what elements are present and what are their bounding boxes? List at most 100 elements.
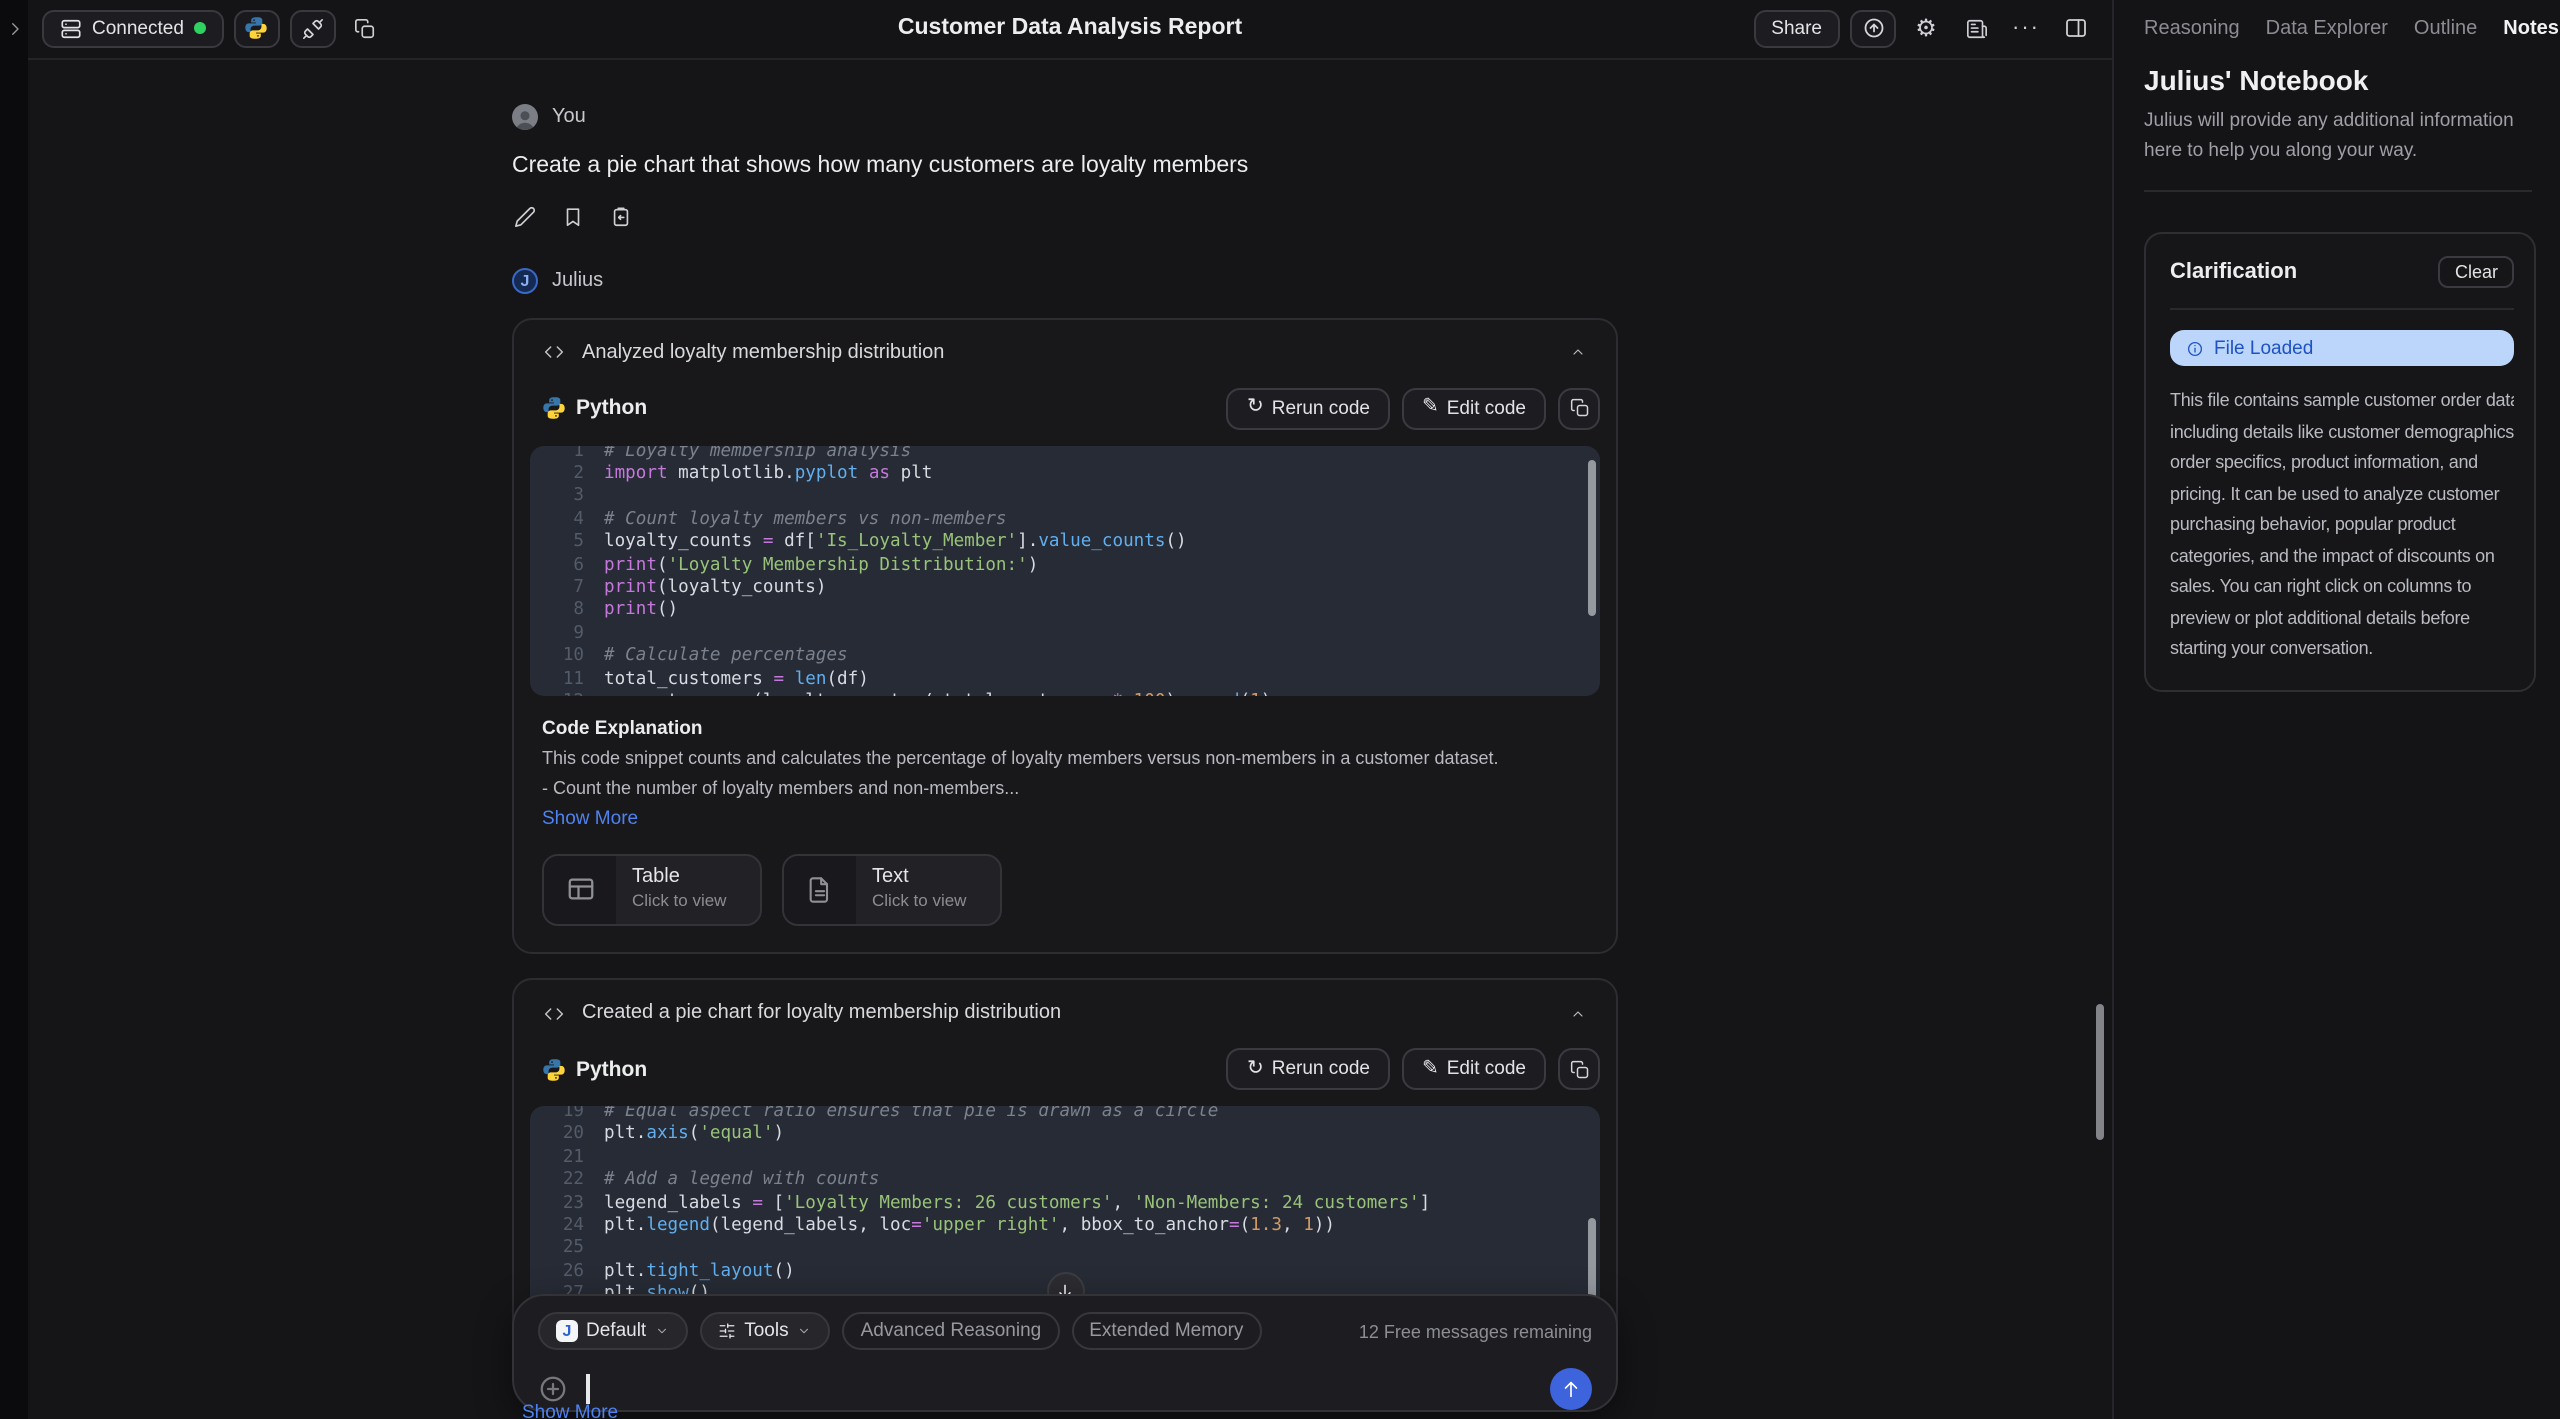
- assistant-message-header: J Julius: [512, 267, 1618, 293]
- step2-header[interactable]: Created a pie chart for loyalty membersh…: [514, 980, 1616, 1024]
- plus-circle-icon: [538, 1374, 568, 1404]
- user-name: You: [552, 105, 586, 127]
- code-scrollbar[interactable]: [1587, 459, 1595, 615]
- code-icon: [542, 342, 566, 362]
- composer-input-row[interactable]: [538, 1368, 1592, 1410]
- model-label: Default: [586, 1320, 646, 1342]
- clarification-body-line: pricing. It can be used to analyze custo…: [2170, 479, 2514, 510]
- chat-scrollbar-thumb[interactable]: [2096, 1003, 2104, 1139]
- send-button[interactable]: [1550, 1368, 1592, 1410]
- code-line: 19# Equal aspect ratio ensures that pie …: [548, 1106, 1600, 1125]
- tab-data-explorer[interactable]: Data Explorer: [2266, 18, 2388, 40]
- step1-explanation: Code Explanation This code snippet count…: [514, 695, 1616, 833]
- model-selector[interactable]: J Default: [538, 1312, 688, 1350]
- changelog-button[interactable]: [1956, 10, 1996, 48]
- user-message-header: You: [512, 103, 1618, 129]
- disconnect-button[interactable]: [290, 10, 336, 48]
- python-kernel-button[interactable]: [234, 10, 280, 48]
- more-options-button[interactable]: ···: [2006, 10, 2046, 48]
- code-line: 22# Add a legend with counts: [548, 1170, 1600, 1193]
- rerun-label: Rerun code: [1272, 1058, 1370, 1080]
- clarification-body-line: categories, and the impact of discounts …: [2170, 541, 2514, 572]
- bookmark-message-button[interactable]: [560, 203, 586, 229]
- output-hint: Click to view: [872, 889, 966, 909]
- table-output-card[interactable]: Table Click to view: [542, 853, 762, 925]
- julius-app: Connected Customer Data Analysis: [0, 0, 2560, 1419]
- code-line: 7print(loyalty_counts): [548, 578, 1600, 601]
- attach-button[interactable]: [538, 1374, 568, 1404]
- collapse-step2-icon[interactable]: [1568, 1005, 1588, 1021]
- language-label: Python: [576, 396, 647, 420]
- info-icon: [2186, 339, 2204, 357]
- sliders-icon: [718, 1322, 736, 1340]
- tab-outline[interactable]: Outline: [2414, 18, 2477, 40]
- tab-notes[interactable]: Notes: [2503, 18, 2559, 40]
- chip-label: Extended Memory: [1089, 1320, 1243, 1342]
- share-button[interactable]: Share: [1753, 10, 1840, 48]
- clarification-body-line: order specifics, product information, an…: [2170, 448, 2514, 479]
- newspaper-icon: [1965, 18, 1987, 40]
- rerun-icon: ↻: [1247, 398, 1264, 418]
- code-line: 8print(): [548, 601, 1600, 624]
- collapse-step1-icon[interactable]: [1568, 344, 1588, 360]
- panel-tabs: Reasoning Data Explorer Outline Notes: [2144, 0, 2560, 40]
- pencil-icon: [514, 205, 536, 227]
- show-more-link[interactable]: Show More: [542, 807, 638, 829]
- tools-label: Tools: [744, 1320, 788, 1342]
- table-icon: [544, 855, 616, 923]
- notebook-heading: Julius' Notebook: [2144, 64, 2560, 96]
- copy-message-button[interactable]: [608, 203, 634, 229]
- edit-message-button[interactable]: [512, 203, 538, 229]
- left-sidebar-strip: [0, 0, 28, 1419]
- step1-code-editor[interactable]: 1# Loyalty membership analysis2import ma…: [530, 445, 1600, 695]
- tab-reasoning[interactable]: Reasoning: [2144, 18, 2240, 40]
- assistant-name: Julius: [552, 269, 603, 291]
- extended-memory-toggle[interactable]: Extended Memory: [1071, 1312, 1261, 1350]
- publish-button[interactable]: [1850, 10, 1896, 48]
- share-label: Share: [1771, 18, 1822, 40]
- chevron-down-icon: [654, 1324, 670, 1338]
- gear-icon: ⚙: [1915, 17, 1937, 41]
- panel-right-icon: [2064, 17, 2088, 41]
- copy-code-button[interactable]: [1558, 387, 1600, 429]
- chat-scroll-area[interactable]: You Create a pie chart that shows how ma…: [28, 59, 2112, 1419]
- tools-selector[interactable]: Tools: [700, 1312, 830, 1350]
- connected-button[interactable]: Connected: [42, 10, 224, 48]
- step1-card: Analyzed loyalty membership distribution…: [512, 317, 1618, 953]
- edit-label: Edit code: [1447, 397, 1526, 419]
- rerun-code-button[interactable]: ↻ Rerun code: [1227, 1048, 1390, 1090]
- explanation-title: Code Explanation: [542, 717, 1588, 739]
- text-output-card[interactable]: Text Click to view: [782, 853, 1002, 925]
- composer-options: J Default Tools Advanced Reasoning: [538, 1312, 1592, 1350]
- python-icon: [542, 1057, 566, 1081]
- expand-sidebar-icon[interactable]: [6, 20, 24, 38]
- copy-notebook-button[interactable]: [346, 10, 386, 48]
- clear-button[interactable]: Clear: [2439, 256, 2514, 288]
- connected-label: Connected: [92, 18, 184, 40]
- notebook-description: Julius will provide any additional infor…: [2144, 106, 2540, 166]
- code-line: 23legend_labels = ['Loyalty Members: 26 …: [548, 1193, 1600, 1216]
- edit-label: Edit code: [1447, 1058, 1526, 1080]
- advanced-reasoning-toggle[interactable]: Advanced Reasoning: [843, 1312, 1060, 1350]
- output-hint: Click to view: [632, 889, 726, 909]
- edit-code-button[interactable]: ✎ Edit code: [1402, 387, 1546, 429]
- file-loaded-badge[interactable]: File Loaded: [2170, 330, 2514, 366]
- arrow-up-icon: [1560, 1378, 1582, 1400]
- code-line: 1# Loyalty membership analysis: [548, 445, 1600, 464]
- toggle-right-panel-button[interactable]: [2056, 10, 2096, 48]
- code-line: 11total_customers = len(df): [548, 669, 1600, 692]
- bookmark-icon: [562, 205, 584, 227]
- settings-button[interactable]: ⚙: [1906, 10, 1946, 48]
- step2-title: Created a pie chart for loyalty membersh…: [582, 1002, 1061, 1024]
- code-line: 3: [548, 487, 1600, 510]
- copy-code-button[interactable]: [1558, 1048, 1600, 1090]
- rerun-code-button[interactable]: ↻ Rerun code: [1227, 387, 1390, 429]
- ellipsis-icon: ···: [2012, 18, 2040, 40]
- rerun-label: Rerun code: [1272, 397, 1370, 419]
- clarification-body-line: purchasing behavior, popular product: [2170, 510, 2514, 541]
- edit-code-button[interactable]: ✎ Edit code: [1402, 1048, 1546, 1090]
- show-more-link[interactable]: Show More: [522, 1401, 618, 1419]
- text-cursor: [586, 1374, 589, 1404]
- chip-label: Advanced Reasoning: [861, 1320, 1042, 1342]
- step1-header[interactable]: Analyzed loyalty membership distribution: [514, 319, 1616, 363]
